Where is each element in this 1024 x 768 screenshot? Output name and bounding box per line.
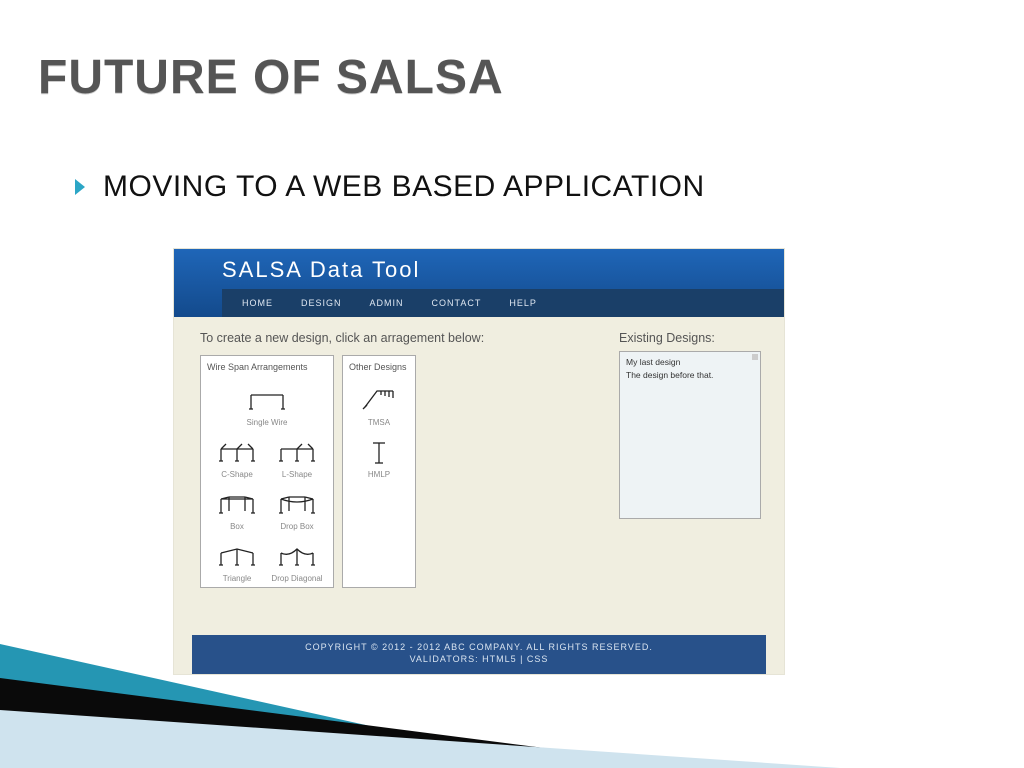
create-prompt: To create a new design, click an arragem… (200, 331, 510, 345)
arr-hmlp[interactable]: HMLP (349, 427, 409, 479)
arr-label: HMLP (368, 470, 390, 479)
arr-box[interactable]: Box (207, 479, 267, 531)
arr-l-shape[interactable]: L-Shape (267, 427, 327, 479)
mock-header: SALSA Data Tool HOME DESIGN ADMIN CONTAC… (174, 249, 784, 317)
arr-c-shape[interactable]: C-Shape (207, 427, 267, 479)
bullet-text: MOVING TO A WEB BASED APPLICATION (103, 170, 705, 204)
nav-home[interactable]: HOME (242, 298, 273, 308)
panel-other-designs: Other Designs TMSA HMLP (342, 355, 416, 588)
arr-single-wire[interactable]: Single Wire (207, 375, 327, 427)
nav-admin[interactable]: ADMIN (370, 298, 404, 308)
panel-wire-title: Wire Span Arrangements (207, 362, 327, 373)
bullet-row: MOVING TO A WEB BASED APPLICATION (75, 170, 705, 204)
footer-validators: VALIDATORS: HTML5 | CSS (192, 653, 766, 666)
existing-designs-list[interactable]: My last design The design before that. (619, 351, 761, 519)
nav-contact[interactable]: CONTACT (432, 298, 482, 308)
arr-label: C-Shape (221, 470, 253, 479)
footer-copyright: COPYRIGHT © 2012 - 2012 ABC COMPANY. ALL… (192, 641, 766, 654)
list-item[interactable]: The design before that. (626, 369, 754, 382)
mock-nav: HOME DESIGN ADMIN CONTACT HELP (222, 289, 784, 317)
arr-drop-box[interactable]: Drop Box (267, 479, 327, 531)
panel-other-title: Other Designs (349, 362, 409, 373)
salsa-mockup: SALSA Data Tool HOME DESIGN ADMIN CONTAC… (173, 248, 785, 675)
arr-tmsa[interactable]: TMSA (349, 375, 409, 427)
nav-design[interactable]: DESIGN (301, 298, 342, 308)
panel-wire-span: Wire Span Arrangements Single Wire C-Sha… (200, 355, 334, 588)
arr-label: Drop Box (280, 522, 313, 531)
list-item[interactable]: My last design (626, 356, 754, 369)
nav-help[interactable]: HELP (509, 298, 537, 308)
arr-label: Triangle (223, 574, 252, 583)
arr-label: TMSA (368, 418, 390, 427)
arr-triangle[interactable]: Triangle (207, 531, 267, 583)
slide-title: FUTURE OF SALSA (38, 50, 504, 105)
arr-label: Box (230, 522, 244, 531)
arr-label: L-Shape (282, 470, 312, 479)
arr-drop-diagonal[interactable]: Drop Diagonal (267, 531, 327, 583)
existing-title: Existing Designs: (619, 331, 764, 345)
mock-app-title: SALSA Data Tool (222, 257, 784, 289)
bullet-arrow-icon (75, 179, 85, 195)
mock-footer: COPYRIGHT © 2012 - 2012 ABC COMPANY. ALL… (192, 635, 766, 674)
arr-label: Single Wire (247, 418, 288, 427)
arr-label: Drop Diagonal (271, 574, 322, 583)
